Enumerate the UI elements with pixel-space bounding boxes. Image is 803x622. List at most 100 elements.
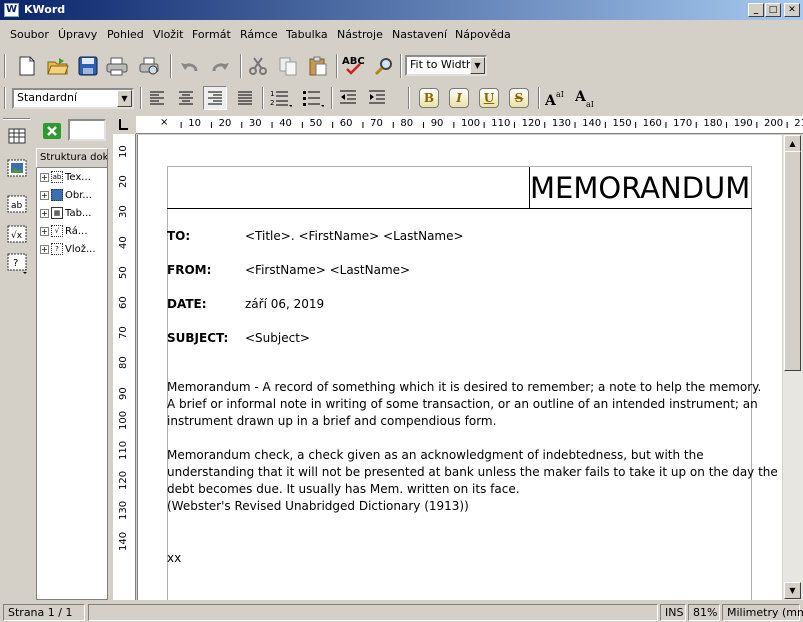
align-left-icon[interactable] <box>145 86 169 110</box>
zoom-combobox[interactable]: Fit to Width ▼ <box>405 55 487 76</box>
align-center-icon[interactable] <box>174 86 198 110</box>
ruler-tick-label: 100 <box>118 410 129 430</box>
copy-icon[interactable] <box>276 54 300 78</box>
ruler-tick-label: 90 <box>118 386 129 400</box>
status-zoom[interactable]: 81% <box>688 604 720 621</box>
ruler-tick-label: 80 <box>118 356 129 370</box>
print-preview-icon[interactable] <box>137 54 161 78</box>
print-icon[interactable] <box>105 54 129 78</box>
menu-nastroje[interactable]: Nástroje <box>337 28 383 41</box>
increase-indent-icon[interactable] <box>365 86 389 110</box>
vertical-scrollbar[interactable]: ▲ ▼ <box>783 135 803 600</box>
scroll-thumb[interactable] <box>784 151 801 371</box>
from-label: FROM: <box>167 263 212 277</box>
chevron-down-icon[interactable]: ▼ <box>117 90 132 107</box>
subject-label: SUBJECT: <box>167 331 229 345</box>
menu-format[interactable]: Formát <box>192 28 231 41</box>
subject-value[interactable]: <Subject> <box>245 331 310 345</box>
tree-item-pictures[interactable]: + Obr... <box>40 189 92 201</box>
expand-plus-icon[interactable]: + <box>40 172 49 182</box>
tree-item-embedded[interactable]: + ? Vlož... <box>40 243 96 255</box>
ruler-tick-label: 60 <box>118 296 129 309</box>
ruler-tick-label: 110 <box>491 118 511 129</box>
footer-text[interactable]: xx <box>167 551 181 565</box>
cut-icon[interactable] <box>246 54 270 78</box>
window-title: KWord <box>24 3 66 16</box>
bullet-list-icon[interactable] <box>301 86 325 110</box>
status-units[interactable]: Milimetry (mm) <box>722 604 803 621</box>
subscript-icon[interactable]: AaI <box>573 86 597 110</box>
date-value[interactable]: září 06, 2019 <box>245 297 324 311</box>
paste-icon[interactable] <box>306 54 330 78</box>
left-margin-marker-icon[interactable]: ⨯ <box>160 117 168 128</box>
maximize-button[interactable]: □ <box>765 3 781 17</box>
text-frame-icon[interactable]: ab <box>5 192 29 216</box>
horizontal-ruler[interactable]: 10 20 30 40 50 60 70 80 90 100 110 120 130 140 150 160 1… <box>136 116 803 134</box>
undo-icon[interactable] <box>178 54 202 78</box>
bold-button[interactable]: B <box>419 88 439 108</box>
chevron-down-icon[interactable]: ▼ <box>470 57 485 74</box>
ruler-tick-label: 210 <box>794 118 803 129</box>
align-right-icon[interactable] <box>203 86 227 110</box>
menu-napoveda[interactable]: Nápověda <box>455 28 511 41</box>
formula-frame-icon[interactable]: √x <box>5 222 29 246</box>
tree-item-label: Obr... <box>65 189 92 201</box>
superscript-icon[interactable]: AaI <box>543 86 567 110</box>
scroll-up-icon[interactable]: ▲ <box>784 135 801 152</box>
align-justify-icon[interactable] <box>233 86 257 110</box>
style-combobox[interactable]: Standardní ▼ <box>12 88 134 109</box>
picture-frame-icon[interactable] <box>5 156 29 180</box>
close-button[interactable]: ✕ <box>784 3 800 17</box>
open-folder-icon[interactable] <box>46 54 70 78</box>
menu-upravy[interactable]: Úpravy <box>58 28 97 41</box>
italic-button[interactable]: I <box>449 88 469 108</box>
ruler-tick-label: 30 <box>248 118 262 129</box>
menu-vlozit[interactable]: Vložit <box>153 28 183 41</box>
left-tool-bar: ab √x ? <box>0 116 36 600</box>
expand-plus-icon[interactable]: + <box>40 244 49 254</box>
new-document-icon[interactable] <box>15 54 39 78</box>
memo-title[interactable]: MEMORANDUM <box>530 170 750 206</box>
status-insert-mode[interactable]: INS <box>660 604 686 621</box>
ruler-tick-label: 140 <box>118 531 129 551</box>
menu-ramce[interactable]: Rámce <box>240 28 278 41</box>
find-icon[interactable] <box>372 54 396 78</box>
ruler-tick-label: 50 <box>118 266 129 279</box>
svg-text:ab: ab <box>11 201 23 211</box>
ruler-tick-label: 80 <box>400 118 414 129</box>
minimize-button[interactable]: _ <box>748 3 764 17</box>
tree-item-formula-frames[interactable]: + √ Rá... <box>40 225 87 237</box>
menu-tabulka[interactable]: Tabulka <box>286 28 328 41</box>
paragraph-line: Memorandum - A record of something which… <box>167 380 762 394</box>
zoom-combobox-value: Fit to Width <box>410 58 473 71</box>
decrease-indent-icon[interactable] <box>336 86 360 110</box>
redo-icon[interactable] <box>208 54 232 78</box>
menu-nastaveni[interactable]: Nastavení <box>392 28 447 41</box>
from-value[interactable]: <FirstName> <LastName> <box>245 263 410 277</box>
object-frame-icon[interactable]: ? <box>5 252 29 276</box>
status-bar: Strana 1 / 1 INS 81% Milimetry (mm) <box>0 603 803 622</box>
expand-plus-icon[interactable]: + <box>40 226 49 236</box>
table-frame-icon[interactable] <box>5 124 29 148</box>
numbered-list-icon[interactable]: 12 <box>269 86 293 110</box>
kword-app-icon[interactable]: W <box>4 3 19 17</box>
spellcheck-icon[interactable]: ABC <box>341 53 365 77</box>
ruler-tick-label: 200 <box>764 118 784 129</box>
scroll-down-icon[interactable]: ▼ <box>784 582 801 599</box>
paragraph-1[interactable]: Memorandum - A record of something which… <box>167 379 761 430</box>
tree-item-text-frames[interactable]: + ab Tex... <box>40 171 91 183</box>
strikethrough-button[interactable]: S <box>509 88 529 108</box>
save-icon[interactable] <box>76 54 100 78</box>
to-value[interactable]: <Title>. <FirstName> <LastName> <box>245 229 464 243</box>
menu-soubor[interactable]: Soubor <box>10 28 49 41</box>
paragraph-2[interactable]: Memorandum check, a check given as an ac… <box>167 447 778 515</box>
cancel-edit-icon[interactable] <box>40 120 64 142</box>
menu-pohled[interactable]: Pohled <box>107 28 144 41</box>
tree-item-tables[interactable]: + ▦ Tab... <box>40 207 91 219</box>
frame-name-input[interactable] <box>68 119 106 141</box>
underline-button[interactable]: U <box>479 88 499 108</box>
vertical-ruler[interactable]: 10 20 30 40 50 60 70 80 90 100 110 120 130 140 <box>113 134 136 600</box>
document-canvas[interactable]: MEMORANDUM TO: <Title>. <FirstName> <Las… <box>137 135 782 600</box>
expand-plus-icon[interactable]: + <box>40 208 49 218</box>
expand-plus-icon[interactable]: + <box>40 190 49 200</box>
